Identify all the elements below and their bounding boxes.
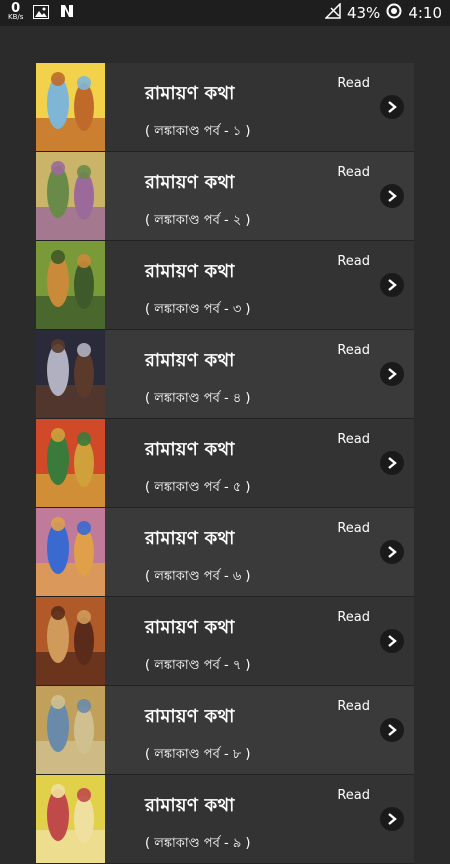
chevron-right-icon[interactable] bbox=[380, 184, 404, 208]
read-label[interactable]: Read bbox=[337, 76, 370, 91]
battery-level: 43% bbox=[346, 4, 381, 22]
read-label[interactable]: Read bbox=[337, 699, 370, 714]
chapter-thumbnail bbox=[36, 686, 105, 774]
list-item[interactable]: রামায়ণ কথা ( লঙ্কাকাণ্ড পর্ব - ৯ ) Read bbox=[36, 775, 414, 864]
chapter-thumbnail bbox=[36, 63, 105, 151]
speed-value: 0 bbox=[11, 1, 21, 16]
item-subtitle: ( লঙ্কাকাণ্ড পর্ব - ১ ) bbox=[145, 124, 251, 139]
item-subtitle: ( লঙ্কাকাণ্ড পর্ব - ৪ ) bbox=[145, 391, 251, 406]
network-speed: 0 KB/s bbox=[8, 1, 24, 22]
item-subtitle: ( লঙ্কাকাণ্ড পর্ব - ২ ) bbox=[145, 213, 251, 228]
chapter-thumbnail bbox=[36, 597, 105, 685]
item-title: রামায়ণ কথা bbox=[145, 795, 235, 816]
chevron-right-icon[interactable] bbox=[380, 540, 404, 564]
speed-unit: KB/s bbox=[8, 13, 24, 21]
read-label[interactable]: Read bbox=[337, 254, 370, 269]
chapter-thumbnail bbox=[36, 775, 105, 863]
read-label[interactable]: Read bbox=[337, 165, 370, 180]
item-title: রামায়ণ কথা bbox=[145, 350, 235, 371]
chapter-thumbnail bbox=[36, 241, 105, 329]
battery-saver-icon bbox=[386, 3, 402, 23]
status-bar: 0 KB/s 43% 4:10 bbox=[0, 0, 450, 26]
chevron-right-icon[interactable] bbox=[380, 362, 404, 386]
item-subtitle: ( লঙ্কাকাণ্ড পর্ব - ৫ ) bbox=[145, 480, 251, 495]
read-label[interactable]: Read bbox=[337, 521, 370, 536]
read-label[interactable]: Read bbox=[337, 343, 370, 358]
read-label[interactable]: Read bbox=[337, 610, 370, 625]
chapter-thumbnail bbox=[36, 508, 105, 596]
signal-off-icon bbox=[324, 2, 341, 23]
app-notification-icon bbox=[59, 3, 75, 23]
chapter-thumbnail bbox=[36, 419, 105, 507]
item-title: রামায়ণ কথা bbox=[145, 83, 235, 104]
item-subtitle: ( লঙ্কাকাণ্ড পর্ব - ৬ ) bbox=[145, 569, 251, 584]
item-title: রামায়ণ কথা bbox=[145, 528, 235, 549]
item-subtitle: ( লঙ্কাকাণ্ড পর্ব - ৮ ) bbox=[145, 747, 251, 762]
clock: 4:10 bbox=[408, 4, 442, 22]
chevron-right-icon[interactable] bbox=[380, 451, 404, 475]
item-title: রামায়ণ কথা bbox=[145, 617, 235, 638]
item-subtitle: ( লঙ্কাকাণ্ড পর্ব - ৯ ) bbox=[145, 836, 251, 851]
list-item[interactable]: রামায়ণ কথা ( লঙ্কাকাণ্ড পর্ব - ৮ ) Read bbox=[36, 686, 414, 775]
read-label[interactable]: Read bbox=[337, 788, 370, 803]
list-item[interactable]: রামায়ণ কথা ( লঙ্কাকাণ্ড পর্ব - ২ ) Read bbox=[36, 152, 414, 241]
chevron-right-icon[interactable] bbox=[380, 629, 404, 653]
chevron-right-icon[interactable] bbox=[380, 807, 404, 831]
chapter-thumbnail bbox=[36, 152, 105, 240]
chevron-right-icon[interactable] bbox=[380, 95, 404, 119]
item-title: রামায়ণ কথা bbox=[145, 439, 235, 460]
chevron-right-icon[interactable] bbox=[380, 718, 404, 742]
list-item[interactable]: রামায়ণ কথা ( লঙ্কাকাণ্ড পর্ব - ৬ ) Read bbox=[36, 508, 414, 597]
list-item[interactable]: রামায়ণ কথা ( লঙ্কাকাণ্ড পর্ব - ৫ ) Read bbox=[36, 419, 414, 508]
item-title: রামায়ণ কথা bbox=[145, 172, 235, 193]
chevron-right-icon[interactable] bbox=[380, 273, 404, 297]
list-item[interactable]: রামায়ণ কথা ( লঙ্কাকাণ্ড পর্ব - ১ ) Read bbox=[36, 63, 414, 152]
list-item[interactable]: রামায়ণ কথা ( লঙ্কাকাণ্ড পর্ব - ৭ ) Read bbox=[36, 597, 414, 686]
item-title: রামায়ণ কথা bbox=[145, 261, 235, 282]
item-subtitle: ( লঙ্কাকাণ্ড পর্ব - ৭ ) bbox=[145, 658, 251, 673]
chapter-thumbnail bbox=[36, 330, 105, 418]
item-title: রামায়ণ কথা bbox=[145, 706, 235, 727]
chapter-list: রামায়ণ কথা ( লঙ্কাকাণ্ড পর্ব - ১ ) Read… bbox=[36, 63, 414, 864]
read-label[interactable]: Read bbox=[337, 432, 370, 447]
list-item[interactable]: রামায়ণ কথা ( লঙ্কাকাণ্ড পর্ব - ৪ ) Read bbox=[36, 330, 414, 419]
list-item[interactable]: রামায়ণ কথা ( লঙ্কাকাণ্ড পর্ব - ৩ ) Read bbox=[36, 241, 414, 330]
image-notification-icon bbox=[33, 4, 50, 23]
item-subtitle: ( লঙ্কাকাণ্ড পর্ব - ৩ ) bbox=[145, 302, 251, 317]
